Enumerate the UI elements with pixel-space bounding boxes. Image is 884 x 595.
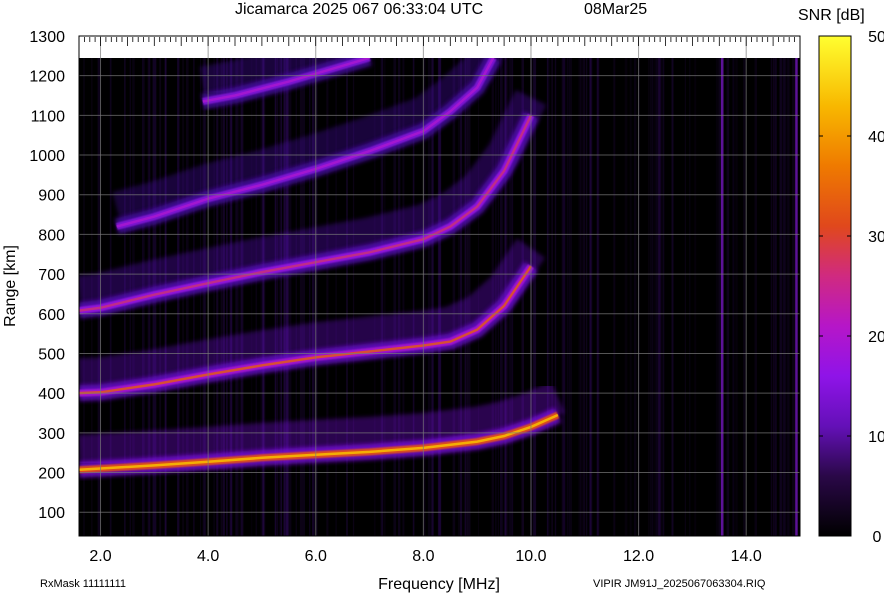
- noise-streak: [299, 58, 303, 536]
- colorbar-tick-label: 50: [868, 29, 884, 46]
- noise-streak: [551, 58, 553, 536]
- noise-streak: [302, 58, 305, 536]
- noise-streak: [779, 58, 782, 536]
- y-tick-label: 700: [38, 267, 65, 284]
- noise-streak: [726, 58, 730, 536]
- noise-streak: [651, 58, 654, 536]
- colorbar-tick-label: 20: [868, 329, 884, 346]
- noise-streak: [655, 58, 659, 536]
- noise-streak: [582, 58, 586, 536]
- noise-streak: [783, 58, 786, 536]
- y-tick-label: 100: [38, 505, 65, 522]
- y-tick-label: 600: [38, 307, 65, 324]
- noise-streak: [653, 58, 656, 536]
- noise-streak: [614, 58, 616, 536]
- noise-streak: [596, 58, 599, 536]
- noise-streak: [671, 58, 674, 536]
- noise-streak: [648, 58, 650, 536]
- x-tick-label: 2.0: [89, 548, 111, 565]
- noise-streak: [546, 58, 549, 536]
- y-tick-label: 1100: [31, 108, 66, 125]
- noise-streak: [774, 58, 777, 536]
- rxmask-label: RxMask 11111111: [40, 578, 126, 590]
- noise-streak: [649, 58, 652, 536]
- colorbar-tick-label: 0: [873, 529, 882, 546]
- y-tick-label: 800: [38, 227, 65, 244]
- noise-streak: [465, 58, 466, 536]
- noise-streak: [743, 58, 746, 536]
- colorbar: 0 10 20 30 40 50 SNR [dB]: [798, 7, 884, 546]
- noise-streak: [624, 58, 628, 536]
- spur-line: [721, 58, 724, 536]
- noise-streak: [658, 58, 661, 536]
- top-minor-ticks: [84, 37, 801, 46]
- noise-streak: [633, 58, 635, 536]
- noise-streak: [684, 58, 686, 536]
- noise-streak: [589, 58, 591, 536]
- noise-streak: [463, 58, 465, 536]
- x-tick-label: 6.0: [305, 548, 327, 565]
- noise-streak: [289, 58, 292, 536]
- colorbar-tick-label: 10: [868, 429, 884, 446]
- noise-streak: [586, 58, 588, 536]
- noise-streak: [460, 58, 463, 536]
- noise-streak: [715, 58, 719, 536]
- noise-streak: [570, 58, 572, 536]
- colorbar-tick-label: 40: [868, 129, 884, 146]
- noise-streak: [312, 58, 315, 536]
- noise-streak: [754, 58, 757, 536]
- noise-streak: [732, 58, 735, 536]
- x-tick-label: 14.0: [731, 548, 762, 565]
- spur-line: [795, 58, 798, 536]
- x-tick-label: 8.0: [412, 548, 434, 565]
- plot-area: [78, 35, 801, 537]
- riq-file-label: VIPIR JM91J_2025067063304.RIQ: [593, 578, 766, 590]
- x-tick-labels: 2.0 4.0 6.0 8.0 10.0 12.0 14.0: [89, 548, 761, 565]
- ionogram-chart: Jicamarca 2025 067 06:33:04 UTC 08Mar25 …: [2, 1, 884, 593]
- y-tick-label: 200: [38, 466, 65, 483]
- colorbar-gradient: [818, 35, 852, 537]
- noise-streak: [566, 58, 569, 536]
- colorbar-label: SNR [dB]: [798, 7, 865, 24]
- noise-streak: [554, 58, 557, 536]
- noise-streak: [295, 58, 297, 536]
- noise-streak: [629, 58, 632, 536]
- y-tick-label: 1000: [29, 148, 65, 165]
- noise-streak: [612, 58, 614, 536]
- colorbar-tick-label: 30: [868, 229, 884, 246]
- y-tick-labels: 100 200 300 400 500 600 700 800 900 1000 1100 1200 1…: [29, 29, 65, 522]
- x-axis-label: Frequency [MHz]: [378, 576, 500, 593]
- noise-streak: [452, 58, 456, 536]
- y-axis-label: Range [km]: [2, 245, 19, 327]
- noise-streak: [718, 58, 721, 536]
- noise-streak: [562, 58, 565, 536]
- noise-streak: [548, 58, 551, 536]
- y-tick-label: 1300: [29, 29, 65, 46]
- noise-streak: [792, 58, 795, 536]
- noise-streak: [689, 58, 691, 536]
- noise-streak: [578, 58, 582, 536]
- noise-streak: [770, 58, 772, 536]
- noise-streak: [316, 58, 318, 536]
- noise-streak: [568, 58, 571, 536]
- noise-streak: [772, 58, 774, 536]
- noise-streak: [694, 58, 697, 536]
- y-tick-label: 300: [38, 426, 65, 443]
- x-tick-label: 10.0: [515, 548, 546, 565]
- noise-streak: [735, 58, 738, 536]
- y-tick-label: 1200: [29, 69, 65, 86]
- noise-streak: [309, 58, 311, 536]
- x-tick-label: 12.0: [623, 548, 654, 565]
- x-tick-label: 4.0: [197, 548, 219, 565]
- chart-date: 08Mar25: [584, 1, 647, 18]
- y-tick-label: 500: [38, 346, 65, 363]
- noise-streak: [786, 58, 789, 536]
- noise-streak: [662, 58, 665, 536]
- y-tick-label: 900: [38, 188, 65, 205]
- chart-title: Jicamarca 2025 067 06:33:04 UTC: [235, 1, 483, 18]
- y-tick-label: 400: [38, 386, 65, 403]
